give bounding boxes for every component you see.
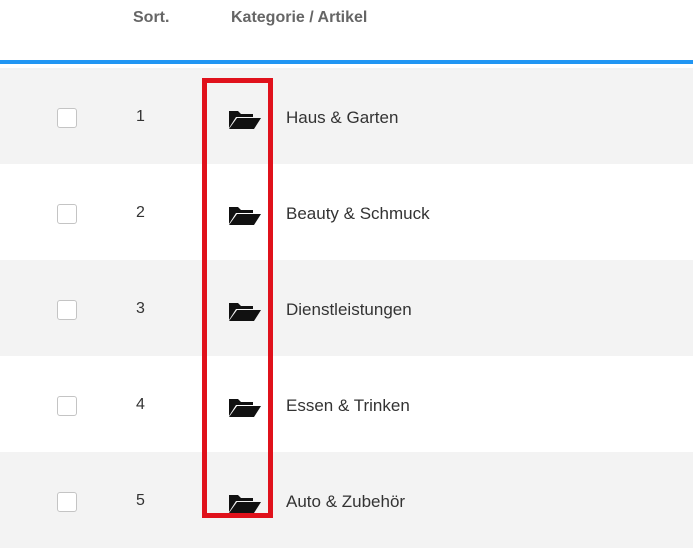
table-row[interactable]: 3 Dienstleistungen (0, 260, 693, 356)
category-label[interactable]: Essen & Trinken (286, 396, 410, 416)
row-checkbox[interactable] (57, 492, 77, 512)
table-row[interactable]: 1 Haus & Garten (0, 68, 693, 164)
category-label[interactable]: Haus & Garten (286, 108, 398, 128)
table-row[interactable]: 2 Beauty & Schmuck (0, 164, 693, 260)
sort-number: 1 (136, 108, 145, 125)
table-header: Sort. Kategorie / Artikel (0, 0, 693, 64)
sort-number: 2 (136, 204, 145, 221)
row-checkbox[interactable] (57, 108, 77, 128)
folder-open-icon[interactable] (228, 301, 262, 321)
category-label[interactable]: Dienstleistungen (286, 300, 412, 320)
category-label[interactable]: Beauty & Schmuck (286, 204, 430, 224)
table-row[interactable]: 5 Auto & Zubehör (0, 452, 693, 548)
sort-column-header[interactable]: Sort. (133, 9, 169, 27)
folder-open-icon[interactable] (228, 109, 262, 129)
row-checkbox[interactable] (57, 300, 77, 320)
category-list: 1 Haus & Garten 2 Beauty & Schmuck 3 Die… (0, 68, 693, 548)
sort-number: 4 (136, 396, 145, 413)
folder-open-icon[interactable] (228, 397, 262, 417)
folder-open-icon[interactable] (228, 493, 262, 513)
category-column-header[interactable]: Kategorie / Artikel (231, 9, 367, 27)
category-label[interactable]: Auto & Zubehör (286, 492, 405, 512)
folder-open-icon[interactable] (228, 205, 262, 225)
sort-number: 3 (136, 300, 145, 317)
row-checkbox[interactable] (57, 204, 77, 224)
row-checkbox[interactable] (57, 396, 77, 416)
table-row[interactable]: 4 Essen & Trinken (0, 356, 693, 452)
sort-number: 5 (136, 492, 145, 509)
